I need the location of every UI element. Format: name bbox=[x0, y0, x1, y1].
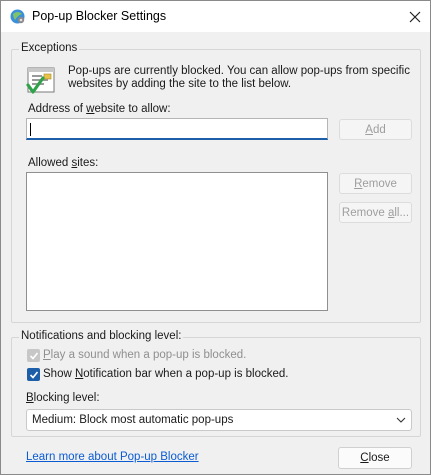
chevron-down-icon bbox=[396, 415, 406, 428]
allowed-sites-list[interactable] bbox=[26, 172, 328, 311]
play-sound-checkbox[interactable] bbox=[27, 349, 40, 362]
website-address-input[interactable] bbox=[26, 118, 328, 140]
add-button[interactable]: Add bbox=[339, 119, 412, 140]
window-title: Pop-up Blocker Settings bbox=[32, 9, 167, 23]
show-notification-bar-checkbox[interactable] bbox=[27, 368, 40, 381]
learn-more-link[interactable]: Learn more about Pop-up Blocker bbox=[26, 451, 199, 463]
show-notification-bar-label: Show Notification bar when a pop-up is b… bbox=[43, 368, 289, 380]
remove-all-button[interactable]: Remove all... bbox=[339, 202, 412, 223]
remove-button[interactable]: Remove bbox=[339, 173, 412, 194]
notifications-group-title: Notifications and blocking level: bbox=[19, 330, 184, 342]
allowed-sites-label: Allowed sites: bbox=[28, 157, 99, 169]
popup-settings-icon bbox=[26, 65, 58, 97]
popup-blocker-settings-dialog: Pop-up Blocker Settings Exceptions Pop-u… bbox=[0, 0, 431, 475]
exceptions-group-title: Exceptions bbox=[19, 42, 80, 54]
title-bar: Pop-up Blocker Settings bbox=[1, 1, 430, 32]
play-sound-label: Play a sound when a pop-up is blocked. bbox=[43, 349, 247, 361]
address-label: Address of website to allow: bbox=[28, 103, 171, 115]
close-button[interactable]: Close bbox=[338, 447, 412, 469]
text-caret bbox=[30, 123, 31, 136]
blocking-level-select[interactable]: Medium: Block most automatic pop-ups bbox=[26, 409, 412, 431]
blocking-level-label: Blocking level: bbox=[26, 392, 100, 404]
checkmark-icon bbox=[29, 370, 38, 379]
exceptions-info-line-2: websites by adding the site to the list … bbox=[68, 78, 292, 90]
blocking-level-value: Medium: Block most automatic pop-ups bbox=[32, 414, 234, 426]
close-icon bbox=[409, 11, 421, 22]
checkmark-icon bbox=[29, 351, 38, 360]
close-window-button[interactable] bbox=[400, 1, 430, 32]
ie-settings-icon bbox=[9, 8, 26, 25]
exceptions-info-line-1: Pop-ups are currently blocked. You can a… bbox=[68, 65, 410, 77]
